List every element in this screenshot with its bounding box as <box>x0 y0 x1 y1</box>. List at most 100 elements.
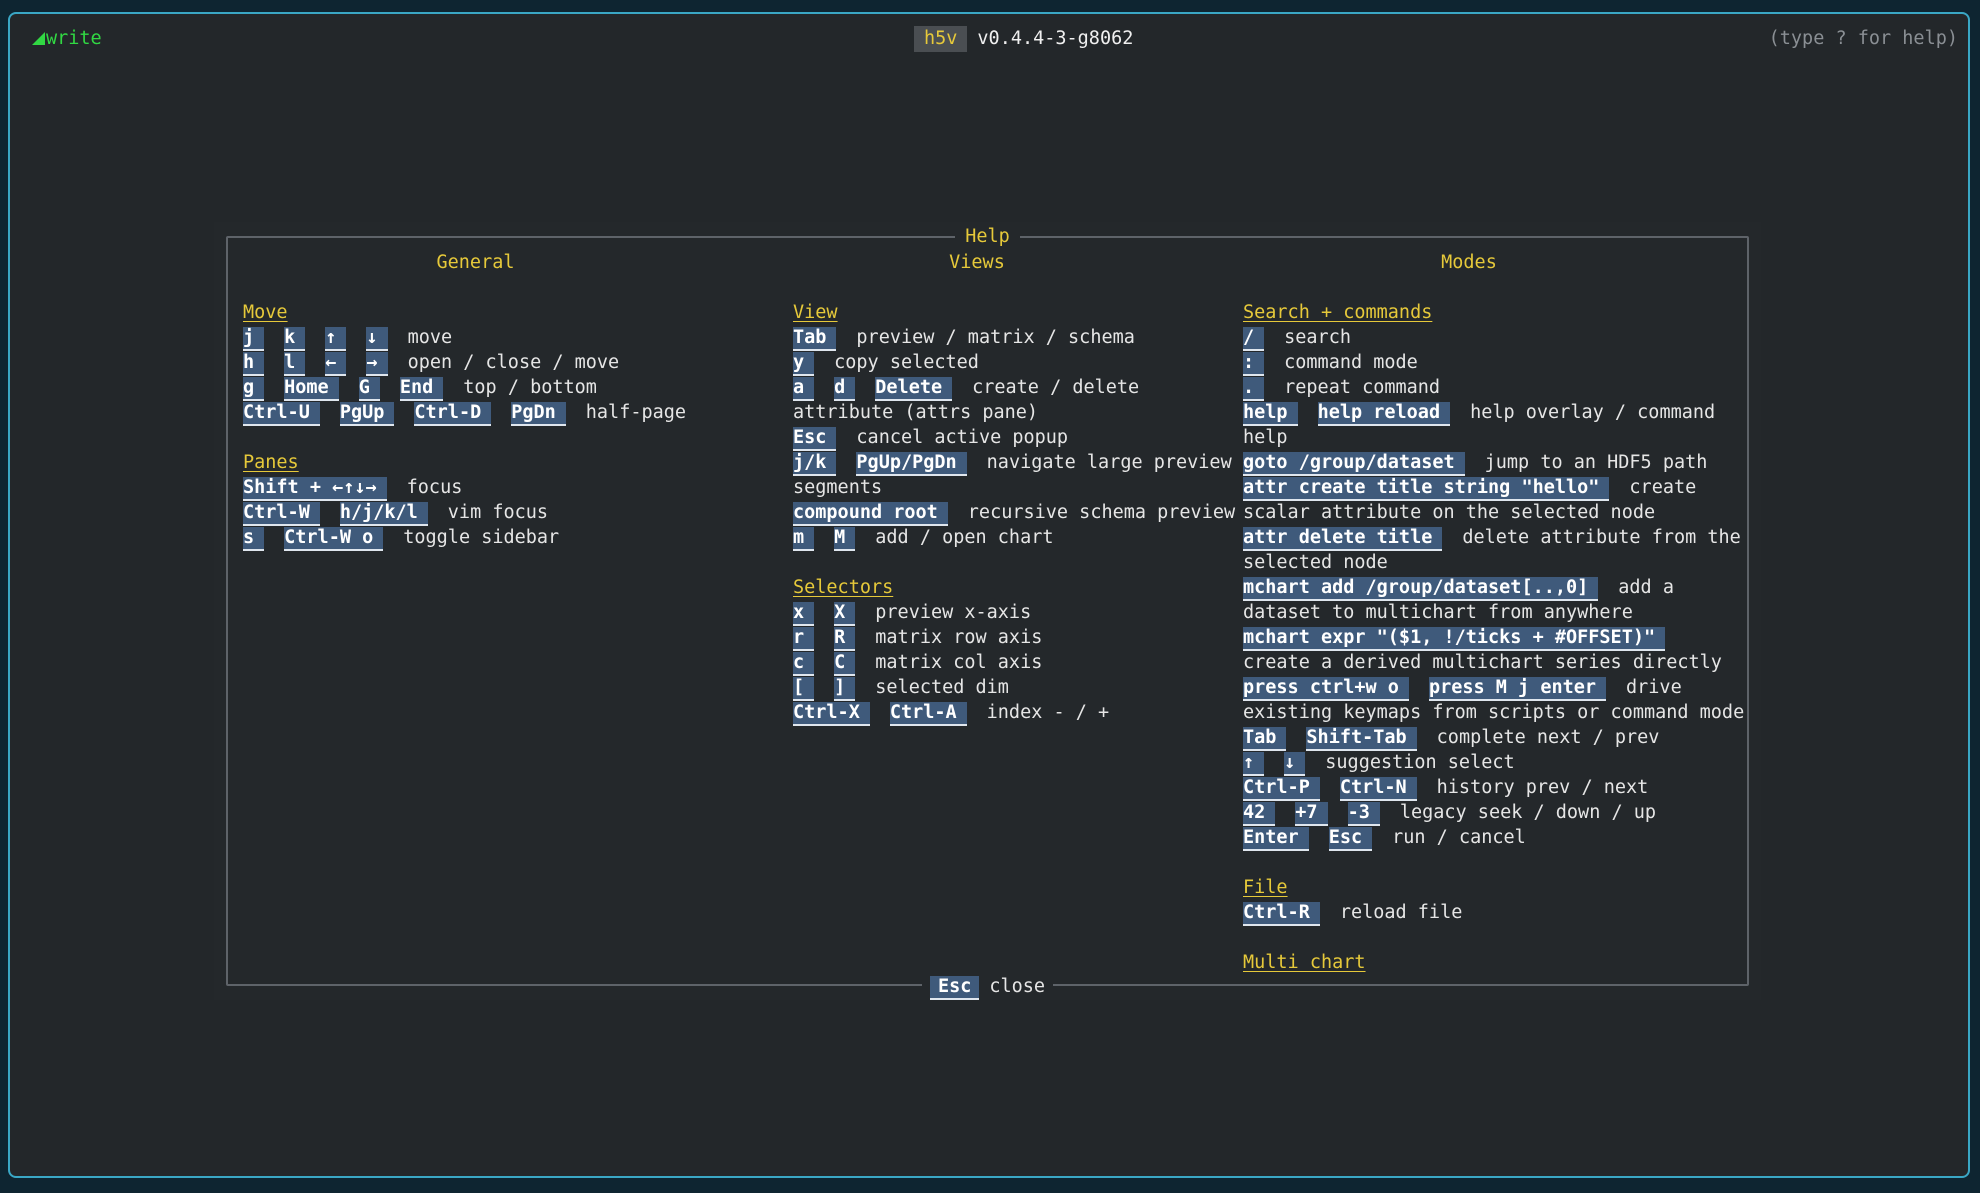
file-section-title: File <box>1243 877 1288 898</box>
search-commands-description: legacy seek / down / up <box>1399 802 1657 823</box>
search-commands-description: repeat command <box>1284 377 1441 398</box>
search-commands-description: history prev / next <box>1436 777 1649 798</box>
key-3[interactable]: -3 <box>1347 802 1380 826</box>
key-attr-delete-title[interactable]: attr delete title <box>1243 527 1443 551</box>
key-x[interactable]: x <box>793 602 815 626</box>
move-row: j k ↑ ↓ move <box>243 325 686 351</box>
search-commands-description: create a derived multichart series direc… <box>1243 652 1722 673</box>
column-header-modes: Modes <box>1441 252 1497 273</box>
selectors-description: matrix row axis <box>875 627 1043 648</box>
key-sym[interactable]: ↓ <box>1284 752 1306 776</box>
key-ctrl-w-o[interactable]: Ctrl-W o <box>284 527 384 551</box>
key-j-k[interactable]: j/k <box>793 452 837 476</box>
key-s[interactable]: s <box>243 527 265 551</box>
view-description: recursive schema preview <box>967 502 1236 523</box>
key-j[interactable]: j <box>243 327 265 351</box>
key-42[interactable]: 42 <box>1243 802 1276 826</box>
search-commands-description: search <box>1284 327 1351 348</box>
key-home[interactable]: Home <box>284 377 339 401</box>
key-shift-tab[interactable]: Shift-Tab <box>1306 727 1417 751</box>
search-commands-description: help <box>1243 427 1288 448</box>
key-c[interactable]: c <box>793 652 815 676</box>
search-commands-row: selected node <box>1243 550 1744 575</box>
key-attr-create-title-string-hello[interactable]: attr create title string "hello" <box>1243 477 1610 501</box>
key-press-ctrl-w-o[interactable]: press ctrl+w o <box>1243 677 1409 701</box>
key-esc[interactable]: Esc <box>1328 827 1373 851</box>
key-pgdn[interactable]: PgDn <box>511 402 566 426</box>
key-delete[interactable]: Delete <box>875 377 953 401</box>
search-commands-row: dataset to multichart from anywhere <box>1243 600 1744 625</box>
key-ctrl-w[interactable]: Ctrl-W <box>243 502 320 526</box>
key-ctrl-d[interactable]: Ctrl-D <box>414 402 492 426</box>
mode-indicator: write <box>32 26 102 52</box>
key-a[interactable]: a <box>793 377 815 401</box>
key-g[interactable]: g <box>243 377 265 401</box>
key-esc[interactable]: Esc <box>793 427 837 451</box>
selectors-description: selected dim <box>875 677 1009 698</box>
search-commands-description: command mode <box>1284 352 1418 373</box>
search-commands-row: . repeat command <box>1243 375 1744 401</box>
panes-section-title: Panes <box>243 452 299 473</box>
key-sym[interactable]: [ <box>793 677 815 701</box>
help-popup-footer: Esc close <box>214 974 1761 1000</box>
search-commands-description: add a <box>1618 577 1674 598</box>
close-label: close <box>989 976 1046 997</box>
key-7[interactable]: +7 <box>1295 802 1328 826</box>
key-m[interactable]: M <box>834 527 856 551</box>
key-ctrl-n[interactable]: Ctrl-N <box>1339 777 1417 801</box>
selectors-description: matrix col axis <box>875 652 1043 673</box>
key-help-reload[interactable]: help reload <box>1317 402 1451 426</box>
app-name: h5v <box>914 26 968 52</box>
key-sym[interactable]: ↑ <box>325 327 347 351</box>
app-badge: h5v v0.4.4-3-g8062 <box>914 26 1133 52</box>
key-tab[interactable]: Tab <box>793 327 837 351</box>
key-y[interactable]: y <box>793 352 815 376</box>
key-ctrl-p[interactable]: Ctrl-P <box>1243 777 1320 801</box>
key-r[interactable]: R <box>834 627 856 651</box>
key-sym[interactable]: ] <box>834 677 856 701</box>
search-commands-row: ↑ ↓ suggestion select <box>1243 750 1744 776</box>
key-sym[interactable]: ↑ <box>1243 752 1265 776</box>
key-ctrl-u[interactable]: Ctrl-U <box>243 402 320 426</box>
key-mchart-expr-1-ticks-offset[interactable]: mchart expr "($1, !/ticks + #OFFSET)" <box>1243 627 1666 651</box>
key-compound-root[interactable]: compound root <box>793 502 948 526</box>
key-help[interactable]: help <box>1243 402 1298 426</box>
view-description: create / delete <box>972 377 1140 398</box>
view-row: m Madd / open chart <box>793 525 1235 551</box>
search-commands-description: scalar attribute on the selected node <box>1243 502 1656 523</box>
key-r[interactable]: r <box>793 627 815 651</box>
key-sym[interactable]: ← <box>325 352 347 376</box>
key-press-m-j-enter[interactable]: press M j enter <box>1428 677 1607 701</box>
key-h-j-k-l[interactable]: h/j/k/l <box>339 502 428 526</box>
move-row: h l ← → open / close / move <box>243 350 686 376</box>
view-row: j/k PgUp/PgDn navigate large preview <box>793 450 1235 476</box>
key-m[interactable]: m <box>793 527 815 551</box>
search-commands-row: goto /group/dataset jump to an HDF5 path <box>1243 450 1744 476</box>
key-pgup-pgdn[interactable]: PgUp/PgDn <box>856 452 967 476</box>
key-mchart-add-group-dataset-0[interactable]: mchart add /group/dataset[..,0] <box>1243 577 1599 601</box>
key-tab[interactable]: Tab <box>1243 727 1287 751</box>
key-ctrl-x[interactable]: Ctrl-X <box>793 702 870 726</box>
key-enter[interactable]: Enter <box>1243 827 1309 851</box>
key-c[interactable]: C <box>834 652 856 676</box>
key-l[interactable]: l <box>284 352 306 376</box>
key-ctrl-a[interactable]: Ctrl-A <box>889 702 967 726</box>
key-sym[interactable]: . <box>1243 377 1265 401</box>
key-sym[interactable]: → <box>366 352 388 376</box>
search-commands-description: suggestion select <box>1325 752 1515 773</box>
key-end[interactable]: End <box>399 377 444 401</box>
close-key-button[interactable]: Esc <box>929 976 980 1000</box>
key-k[interactable]: k <box>284 327 306 351</box>
key-sym[interactable]: / <box>1243 327 1265 351</box>
key-h[interactable]: h <box>243 352 265 376</box>
key-x[interactable]: X <box>834 602 856 626</box>
search-commands-row: Ctrl-P Ctrl-N history prev / next <box>1243 775 1744 801</box>
key-pgup[interactable]: PgUp <box>339 402 395 426</box>
key-sym[interactable]: : <box>1243 352 1265 376</box>
key-d[interactable]: d <box>834 377 856 401</box>
key-g[interactable]: G <box>358 377 380 401</box>
key-shift[interactable]: Shift + ←↑↓→ <box>243 477 387 501</box>
key-ctrl-r[interactable]: Ctrl-R <box>1243 902 1320 926</box>
key-goto-group-dataset[interactable]: goto /group/dataset <box>1243 452 1465 476</box>
key-sym[interactable]: ↓ <box>366 327 388 351</box>
